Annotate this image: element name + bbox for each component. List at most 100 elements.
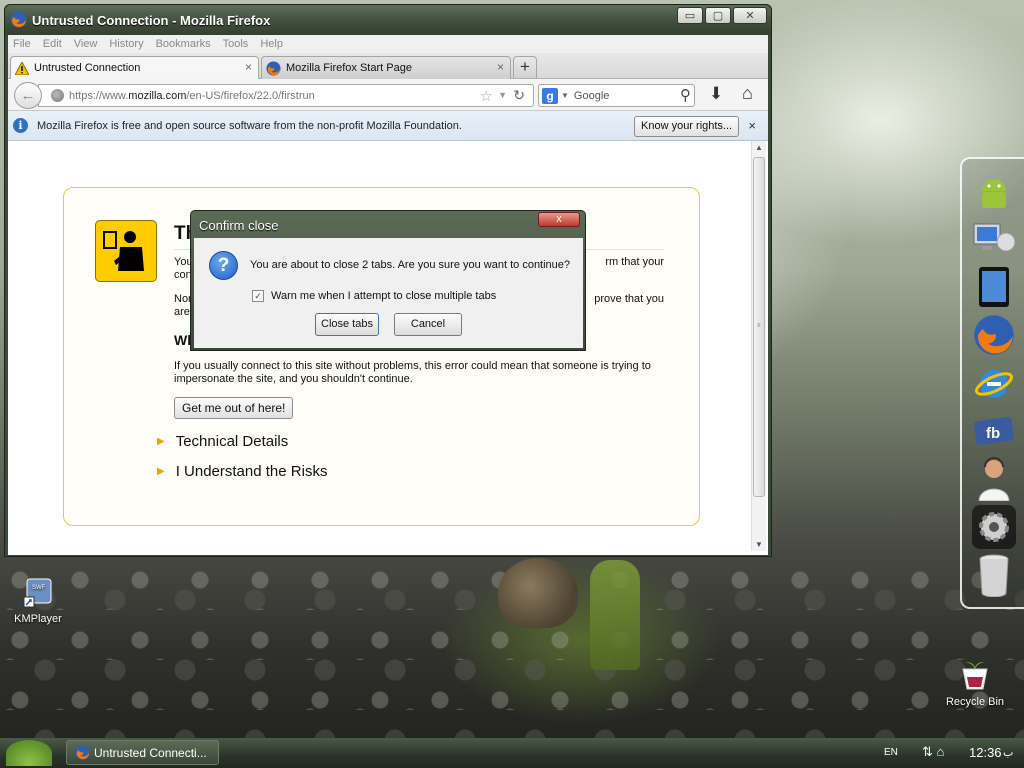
window-title: Untrusted Connection - Mozilla Firefox	[32, 13, 271, 28]
expander-label: Technical Details	[175, 433, 289, 450]
search-bar[interactable]: g ▼ Google ⚲	[538, 84, 695, 107]
recycle-bin-icon	[962, 662, 988, 690]
google-icon[interactable]: g	[542, 87, 558, 104]
firefox-icon	[10, 11, 27, 28]
menu-help[interactable]: Help	[260, 38, 283, 50]
checkbox-label[interactable]: Warn me when I attempt to close multiple…	[271, 290, 496, 302]
error-paragraph-2-end: prove that you	[594, 293, 664, 305]
menu-view[interactable]: View	[74, 38, 98, 50]
dialog-body: ? You are about to close 2 tabs. Are you…	[194, 238, 583, 348]
downloads-icon[interactable]: ⬇	[709, 84, 723, 104]
start-button[interactable]	[6, 740, 52, 766]
tab-close-icon[interactable]: ×	[245, 60, 252, 74]
computer-icon[interactable]	[972, 218, 1016, 262]
error-paragraph-3: If you usually connect to this site with…	[174, 360, 651, 385]
notification-bar: i Mozilla Firefox is free and open sourc…	[8, 111, 768, 141]
scroll-up-icon[interactable]: ▲	[755, 143, 763, 152]
expander-label: I Understand the Risks	[175, 463, 328, 480]
taskbar: Untrusted Connecti... EN ⇅ ⌂ 12:36 ب	[0, 738, 1024, 768]
recycle-bin-shortcut[interactable]: Recycle Bin	[944, 655, 1006, 708]
technical-details-expander[interactable]: ▶ Technical Details	[157, 433, 288, 450]
expand-arrow-icon: ▶	[157, 436, 165, 447]
taskbar-item-firefox[interactable]: Untrusted Connecti...	[66, 740, 219, 765]
language-indicator[interactable]: EN	[884, 747, 898, 758]
maximize-icon: ▢	[712, 10, 724, 22]
cancel-button[interactable]: Cancel	[394, 313, 462, 336]
menu-file[interactable]: File	[13, 38, 31, 50]
kmplayer-shortcut[interactable]: SWF KMPlayer	[10, 578, 66, 625]
get-me-out-button[interactable]: Get me out of here!	[174, 397, 294, 419]
menu-tools[interactable]: Tools	[223, 38, 249, 50]
menu-edit[interactable]: Edit	[43, 38, 62, 50]
back-button[interactable]: ←	[14, 82, 42, 109]
warn-multiple-tabs-checkbox-row[interactable]: ✓ Warn me when I attempt to close multip…	[252, 290, 496, 302]
android-icon[interactable]	[972, 171, 1016, 215]
wallpaper-snail	[498, 558, 578, 628]
firefox-icon	[75, 745, 90, 760]
navigation-bar: https://www.mozilla.com/en-US/firefox/22…	[8, 79, 768, 111]
facebook-icon[interactable]: fb	[972, 409, 1016, 453]
minimize-button[interactable]: ▭	[677, 7, 703, 24]
internet-explorer-icon[interactable]	[972, 362, 1016, 406]
window-titlebar[interactable]: Untrusted Connection - Mozilla Firefox ▭…	[5, 5, 771, 35]
reload-icon[interactable]: ↻	[513, 87, 525, 104]
tab-label: Mozilla Firefox Start Page	[286, 62, 412, 74]
grip-icon: ≡	[757, 323, 761, 329]
settings-gear-icon[interactable]	[972, 505, 1016, 549]
bookmark-star-icon[interactable]: ☆	[480, 87, 493, 105]
tab-untrusted-connection[interactable]: Untrusted Connection ×	[10, 56, 259, 79]
confirm-close-dialog: Confirm close x ? You are about to close…	[190, 210, 586, 351]
warn-checkbox[interactable]: ✓	[252, 290, 264, 302]
officer-warning-icon	[95, 220, 157, 282]
tab-firefox-start-page[interactable]: Mozilla Firefox Start Page ×	[261, 56, 511, 79]
url-domain: mozilla.com	[128, 89, 187, 102]
site-identity-icon[interactable]	[51, 89, 64, 102]
menu-bookmarks[interactable]: Bookmarks	[156, 38, 211, 50]
url-text: https://www.mozilla.com/en-US/firefox/22…	[69, 90, 315, 102]
close-tabs-button[interactable]: Close tabs	[315, 313, 379, 336]
wallpaper-android-figure	[590, 560, 640, 670]
url-prefix: https://www.	[69, 89, 129, 102]
clock[interactable]: 12:36	[969, 745, 1002, 760]
url-history-dropdown-icon[interactable]: ▼	[498, 90, 507, 100]
clock-period: ب	[1003, 747, 1014, 759]
vertical-scrollbar[interactable]: ▲ ≡ ▼	[751, 141, 766, 551]
dialog-message: You are about to close 2 tabs. Are you s…	[250, 259, 571, 271]
svg-text:SWF: SWF	[32, 585, 46, 591]
tab-strip: Untrusted Connection × Mozilla Firefox S…	[8, 53, 768, 79]
close-window-button[interactable]: ✕	[733, 7, 767, 24]
scroll-down-icon[interactable]: ▼	[755, 540, 763, 549]
understand-risks-expander[interactable]: ▶ I Understand the Risks	[157, 463, 327, 480]
dialog-title: Confirm close	[199, 218, 279, 233]
know-your-rights-button[interactable]: Know your rights...	[634, 116, 740, 137]
menubar: File Edit View History Bookmarks Tools H…	[8, 35, 768, 53]
svg-text:fb: fb	[986, 425, 1000, 442]
window-controls: ▭ ▢ ✕	[677, 7, 767, 24]
search-engine-dropdown-icon[interactable]: ▼	[561, 91, 569, 100]
url-suffix: /en-US/firefox/22.0/firstrun	[186, 89, 315, 102]
home-icon[interactable]: ⌂	[742, 83, 753, 104]
tray-network-icon[interactable]: ⇅ ⌂	[922, 744, 944, 760]
ipad-icon[interactable]	[972, 265, 1016, 309]
url-bar[interactable]: https://www.mozilla.com/en-US/firefox/22…	[38, 84, 534, 107]
tab-label: Untrusted Connection	[34, 62, 141, 74]
kmplayer-label: KMPlayer	[14, 613, 62, 625]
close-icon: x	[556, 213, 562, 225]
support-person-icon[interactable]	[972, 457, 1016, 501]
new-tab-button[interactable]: +	[513, 56, 537, 78]
taskbar-item-label: Untrusted Connecti...	[94, 745, 207, 760]
firefox-icon[interactable]	[972, 313, 1016, 357]
scrollbar-thumb[interactable]: ≡	[753, 157, 765, 497]
dialog-close-button[interactable]: x	[538, 212, 580, 227]
error-paragraph-2-line2: are	[174, 306, 190, 318]
search-icon[interactable]: ⚲	[680, 86, 691, 104]
notification-close-icon[interactable]: ×	[748, 118, 756, 133]
minimize-icon: ▭	[684, 10, 696, 22]
menu-history[interactable]: History	[109, 38, 143, 50]
search-input[interactable]: Google	[574, 90, 609, 102]
tab-close-icon[interactable]: ×	[497, 60, 504, 74]
info-icon: i	[13, 118, 28, 133]
trash-can-icon[interactable]	[972, 553, 1016, 597]
kmplayer-icon: SWF	[23, 578, 52, 608]
maximize-button[interactable]: ▢	[705, 7, 731, 24]
